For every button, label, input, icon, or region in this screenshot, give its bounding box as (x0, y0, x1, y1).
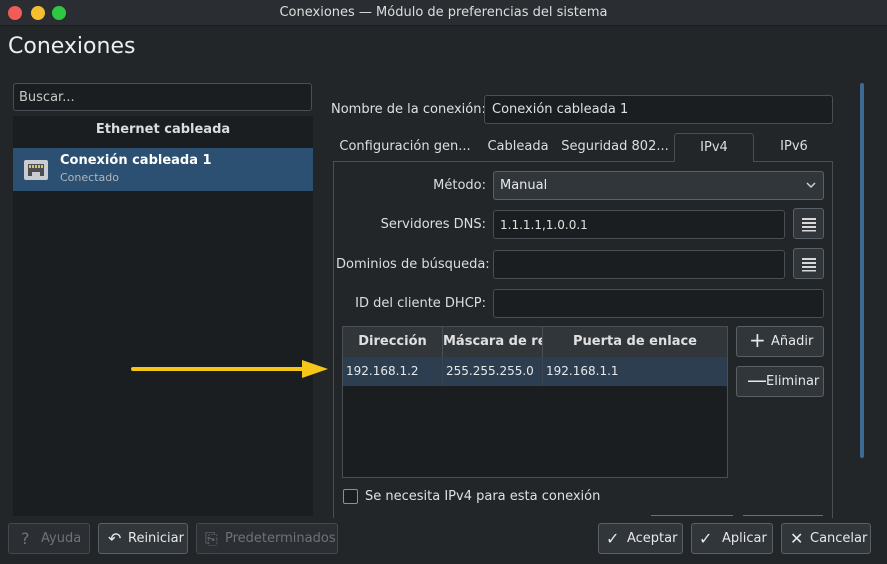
remove-label: Eliminar (766, 374, 820, 389)
list-icon (802, 218, 816, 232)
dhcp-client-id-label: ID del cliente DHCP: (355, 296, 486, 311)
connection-name-label: Nombre de la conexión: (331, 102, 486, 117)
search-domains-label: Dominios de búsqueda: (336, 257, 490, 272)
require-ipv4-checkbox[interactable] (343, 489, 358, 504)
dns-edit-list-button[interactable] (793, 208, 824, 239)
connection-name-input[interactable] (484, 95, 833, 124)
dhcp-client-id-input[interactable] (493, 289, 824, 318)
tab-general[interactable]: Configuración gen... (333, 133, 477, 162)
ethernet-port-icon (24, 160, 48, 180)
cell-address[interactable]: 192.168.1.2 (343, 357, 443, 386)
connection-status: Conectado (60, 171, 119, 184)
reset-button[interactable]: ↶ Reiniciar (98, 523, 188, 554)
defaults-button[interactable]: ⎘ Predeterminados (196, 523, 338, 554)
plus-icon: + (749, 328, 766, 352)
reset-label: Reiniciar (128, 531, 184, 546)
hidden-button-edge (743, 515, 823, 516)
search-domains-edit-list-button[interactable] (793, 248, 824, 279)
column-header-address[interactable]: Dirección (343, 327, 443, 357)
add-address-button[interactable]: + Añadir (736, 326, 824, 357)
question-icon: ? (21, 529, 30, 548)
cell-netmask[interactable]: 255.255.255.0 (443, 357, 543, 386)
search-input[interactable] (13, 83, 312, 111)
annotation-arrow-icon (131, 360, 328, 378)
method-select[interactable]: Manual (493, 171, 824, 200)
connection-name: Conexión cableada 1 (60, 153, 212, 168)
table-row[interactable]: 192.168.1.2 255.255.255.0 192.168.1.1 (343, 357, 727, 386)
apply-button[interactable]: ✓ Aplicar (691, 523, 773, 554)
window-titlebar: Conexiones — Módulo de preferencias del … (0, 0, 887, 26)
dns-label: Servidores DNS: (380, 217, 486, 232)
addresses-table: Dirección Máscara de red Puerta de enlac… (342, 326, 728, 478)
group-header: Ethernet cableada (95, 122, 231, 137)
tab-ipv6[interactable]: IPv6 (755, 133, 833, 162)
tab-security[interactable]: Seguridad 802... (559, 133, 671, 162)
require-ipv4-label: Se necesita IPv4 para esta conexión (365, 489, 601, 504)
tab-wired[interactable]: Cableada (481, 133, 555, 162)
cancel-label: Cancelar (810, 531, 868, 546)
list-icon (802, 258, 816, 272)
add-label: Añadir (771, 334, 814, 349)
defaults-label: Predeterminados (225, 531, 336, 546)
apply-label: Aplicar (722, 531, 767, 546)
hidden-button-edge (651, 515, 733, 516)
close-icon: ✕ (790, 529, 804, 548)
settings-tabs: Configuración gen... Cableada Seguridad … (333, 133, 833, 162)
chevron-down-icon (805, 172, 817, 209)
help-button[interactable]: ? Ayuda (8, 523, 90, 554)
details-scrollbar[interactable] (860, 83, 864, 458)
connection-item-wired-1[interactable]: Conexión cableada 1 Conectado (13, 148, 313, 191)
restore-defaults-icon: ⎘ (205, 529, 218, 548)
help-label: Ayuda (41, 531, 82, 546)
page-title: Conexiones (8, 34, 136, 59)
column-header-netmask[interactable]: Máscara de red (443, 327, 543, 357)
cell-gateway[interactable]: 192.168.1.1 (543, 357, 727, 386)
tab-ipv4[interactable]: IPv4 (674, 133, 754, 162)
ok-button[interactable]: ✓ Aceptar (598, 523, 683, 554)
minus-icon: — (747, 368, 767, 392)
cancel-button[interactable]: ✕ Cancelar (781, 523, 871, 554)
window-title: Conexiones — Módulo de preferencias del … (279, 5, 608, 20)
method-value: Manual (500, 178, 548, 193)
dns-input[interactable] (493, 210, 785, 239)
remove-address-button[interactable]: — Eliminar (736, 366, 824, 397)
search-domains-input[interactable] (493, 250, 785, 279)
column-header-gateway[interactable]: Puerta de enlace (543, 327, 727, 357)
undo-icon: ↶ (108, 529, 122, 548)
connections-list: Ethernet cableada Conexión cableada 1 Co… (13, 116, 313, 516)
method-label: Método: (433, 178, 486, 193)
ok-label: Aceptar (627, 531, 678, 546)
check-icon: ✓ (606, 529, 620, 548)
check-icon: ✓ (699, 529, 713, 548)
